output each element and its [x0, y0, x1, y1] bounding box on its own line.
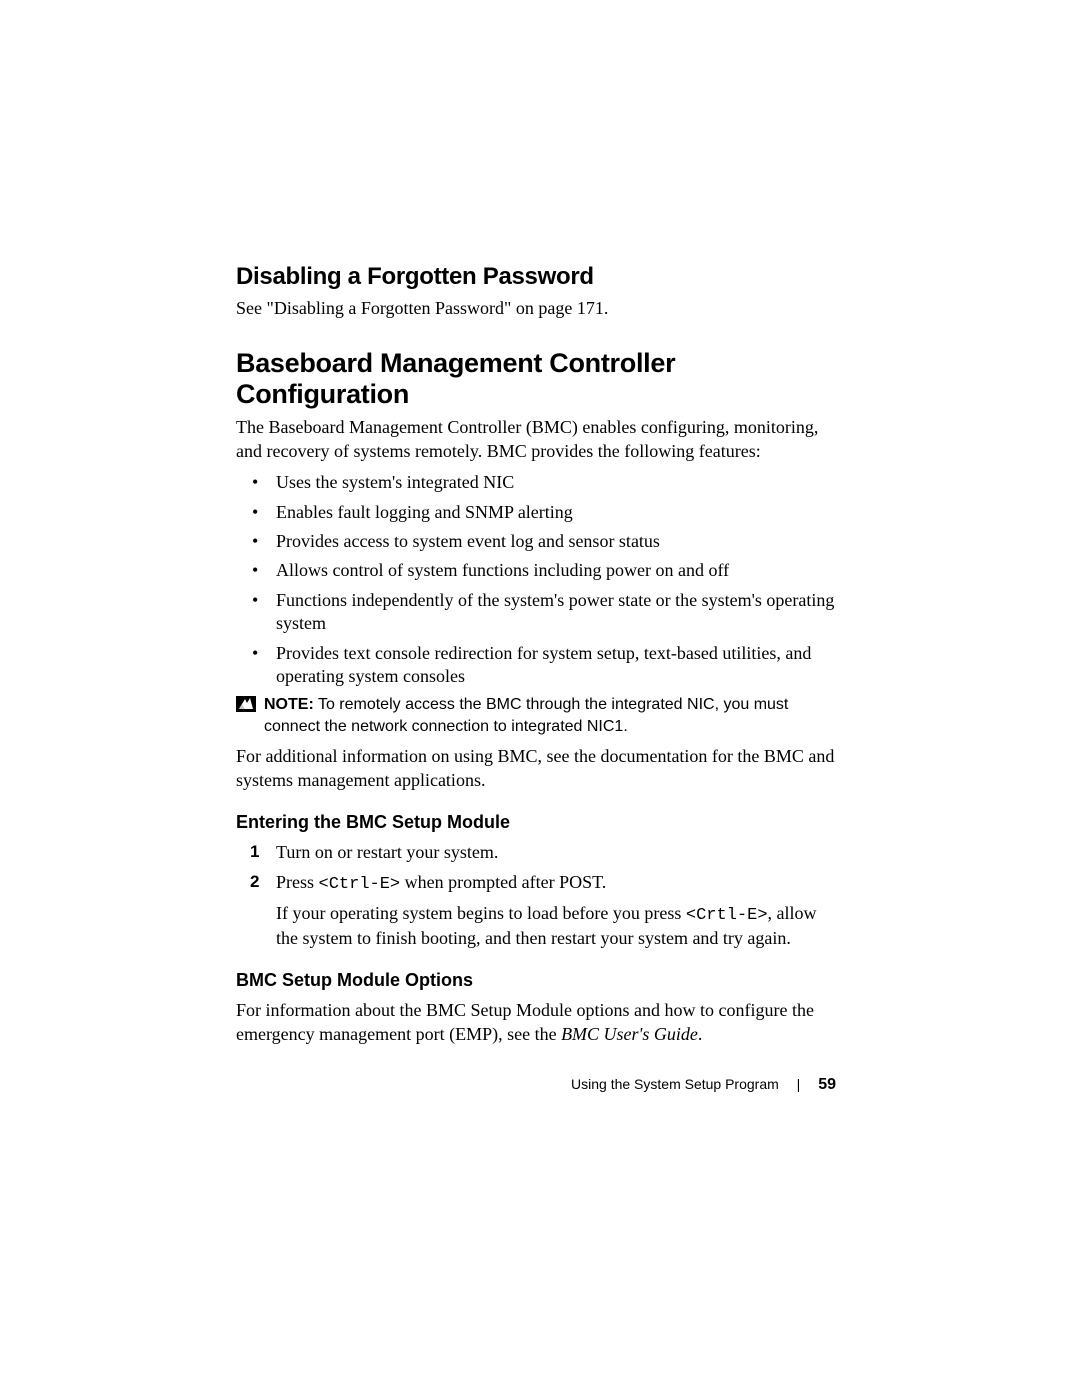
list-item: Allows control of system functions inclu… — [236, 559, 836, 582]
body-bmc-options: For information about the BMC Setup Modu… — [236, 999, 836, 1046]
heading-bmc-options: BMC Setup Module Options — [236, 970, 836, 991]
footer-page-number: 59 — [818, 1076, 836, 1093]
heading-bmc-config: Baseboard Management Controller Configur… — [236, 348, 836, 410]
footer-title: Using the System Setup Program — [571, 1076, 779, 1092]
bmc-feature-list: Uses the system's integrated NIC Enables… — [236, 471, 836, 688]
list-item: Provides access to system event log and … — [236, 530, 836, 553]
page-body: Disabling a Forgotten Password See "Disa… — [236, 263, 836, 1050]
bmc-setup-steps: Turn on or restart your system. Press <C… — [236, 841, 836, 950]
body-bmc-intro: The Baseboard Management Controller (BMC… — [236, 416, 836, 463]
step2-code: <Ctrl-E> — [319, 875, 401, 894]
note-label: NOTE: — [264, 696, 314, 713]
note-text: NOTE: To remotely access the BMC through… — [264, 694, 836, 737]
list-item: Uses the system's integrated NIC — [236, 471, 836, 494]
footer-separator: | — [797, 1076, 801, 1092]
list-item: Press <Ctrl-E> when prompted after POST.… — [236, 871, 836, 951]
step2-pre: Press — [276, 872, 319, 892]
step2-extra-code: <Crtl-E> — [686, 906, 768, 925]
list-item: Provides text console redirection for sy… — [236, 642, 836, 689]
list-item: Enables fault logging and SNMP alerting — [236, 501, 836, 524]
body-disabling-password: See "Disabling a Forgotten Password" on … — [236, 297, 836, 320]
bmc-options-italic: BMC User's Guide — [561, 1024, 698, 1044]
list-item: Turn on or restart your system. — [236, 841, 836, 864]
step2-extra: If your operating system begins to load … — [276, 902, 836, 950]
note-body: To remotely access the BMC through the i… — [264, 696, 788, 735]
body-bmc-post-note: For additional information on using BMC,… — [236, 745, 836, 792]
step2-extra-pre: If your operating system begins to load … — [276, 903, 686, 923]
list-item: Functions independently of the system's … — [236, 589, 836, 636]
note-icon — [236, 696, 256, 717]
heading-entering-bmc: Entering the BMC Setup Module — [236, 812, 836, 833]
bmc-options-pre: For information about the BMC Setup Modu… — [236, 1000, 814, 1043]
heading-disabling-password: Disabling a Forgotten Password — [236, 263, 836, 291]
page-footer: Using the System Setup Program | 59 — [0, 1076, 836, 1094]
note-block: NOTE: To remotely access the BMC through… — [236, 694, 836, 737]
step2-post: when prompted after POST. — [400, 872, 606, 892]
bmc-options-post: . — [698, 1024, 703, 1044]
